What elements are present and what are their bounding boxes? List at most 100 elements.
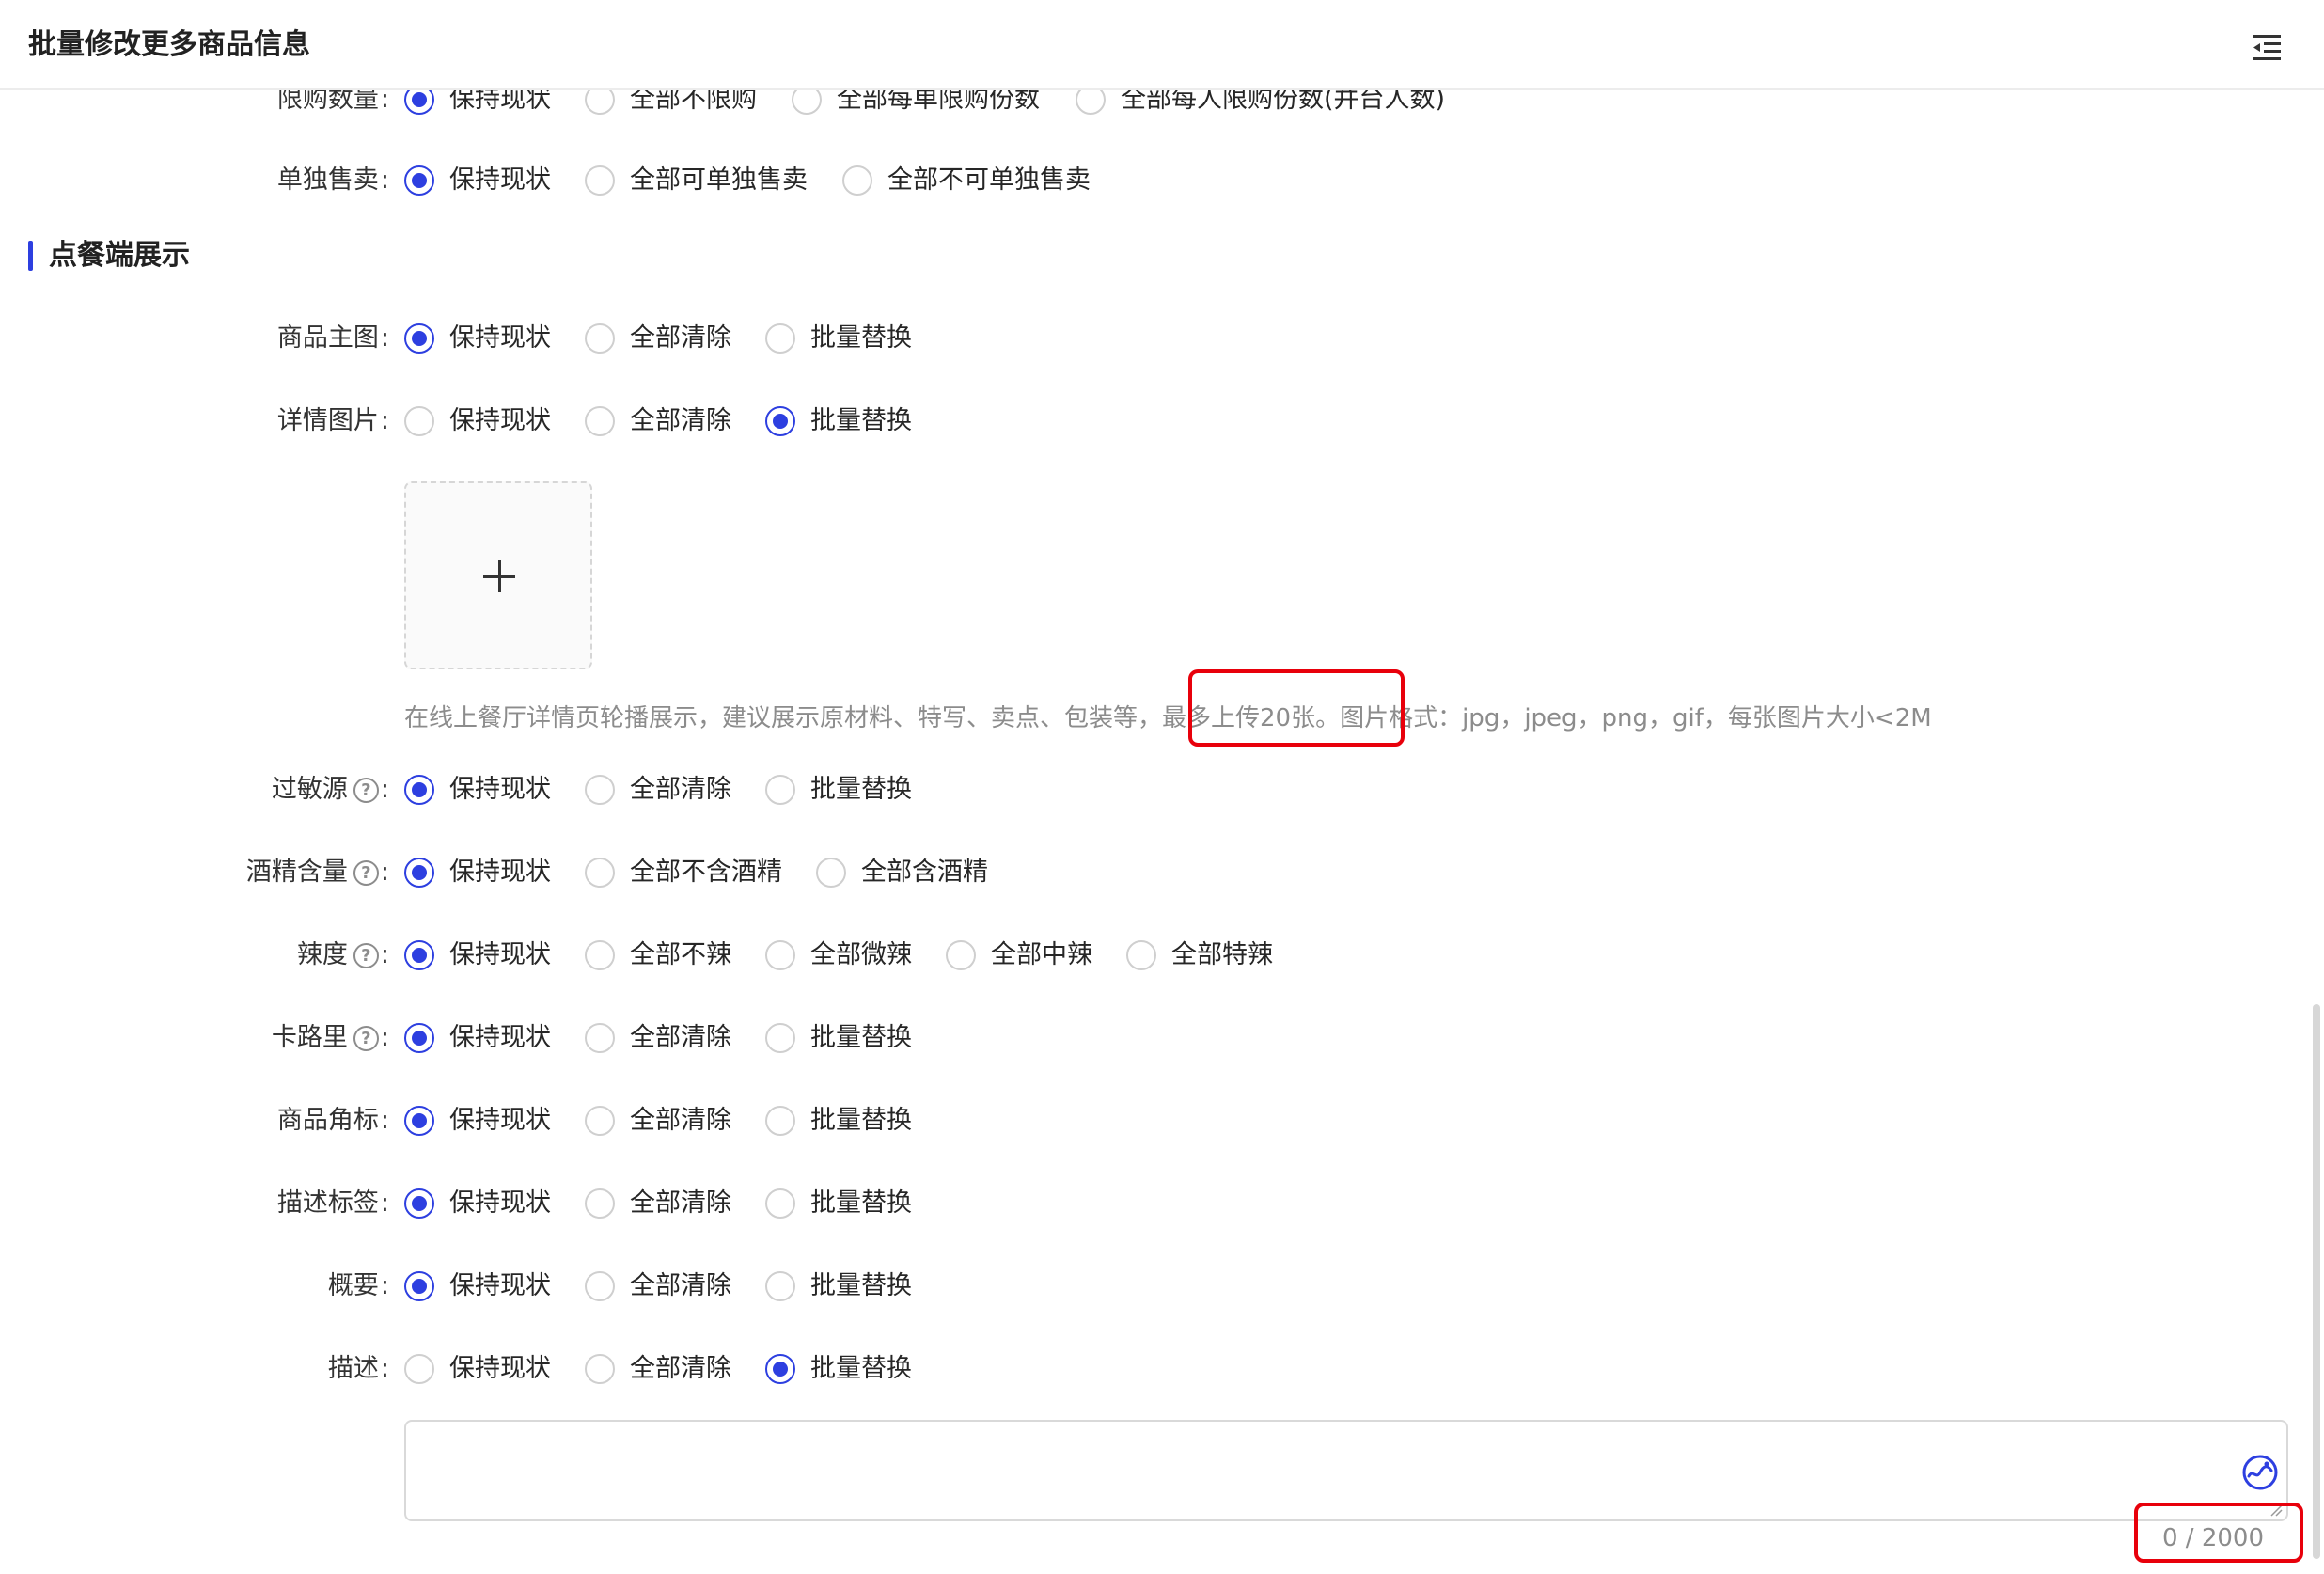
radio-circle[interactable] [816,858,846,888]
radio-circle[interactable] [404,165,434,196]
radio-circle[interactable] [765,1188,795,1219]
form-label-text: 详情图片 [276,406,379,435]
radio-label: 全部清除 [630,1106,731,1135]
radio-label: 保持现状 [449,858,551,887]
radio-label: 全部不辣 [630,940,731,969]
form-row-calories: 卡路里?: 保持现状 全部清除 批量替换 [0,1017,2294,1059]
question-circle-icon[interactable]: ? [353,1026,379,1051]
description-textarea-wrapper [404,1420,2288,1521]
radio-label: 批量替换 [810,1023,912,1052]
resize-handle-icon[interactable] [2269,1503,2283,1517]
radio-circle[interactable] [404,1023,434,1053]
radio-circle[interactable] [585,775,615,805]
radio-circle[interactable] [585,165,615,196]
section-accent-bar [28,241,33,271]
label-colon: : [380,165,389,195]
radio-circle[interactable] [585,940,615,970]
radio-label: 批量替换 [810,775,912,804]
radio-label: 批量替换 [810,1188,912,1218]
form-label-text: 辣度 [296,940,348,969]
form-label-text: 描述标签 [276,1188,379,1218]
radio-circle[interactable] [585,858,615,888]
radio-circle[interactable] [765,1271,795,1301]
label-colon: : [380,406,389,435]
form-row-alcohol: 酒精含量?: 保持现状 全部不含酒精 全部含酒精 [0,852,2294,893]
radio-label: 保持现状 [449,406,551,435]
image-upload-button[interactable] [404,481,592,669]
radio-circle[interactable] [404,406,434,436]
radio-label: 全部微辣 [810,940,912,969]
radio-label: 保持现状 [449,1354,551,1383]
radio-circle[interactable] [842,165,872,196]
form-label-main_image: 商品主图: [32,318,389,359]
radio-label: 全部不可单独售卖 [887,165,1091,195]
question-circle-icon[interactable]: ? [353,778,379,803]
radio-circle[interactable] [404,940,434,970]
form-label-description: 描述: [32,1348,389,1390]
radio-circle[interactable] [585,1271,615,1301]
scrollbar-thumb[interactable] [2313,1004,2320,1559]
radio-label: 全部清除 [630,1354,731,1383]
page: 限购数量: 保持现状 全部不限购 全部每单限购份数 全部每人限购份数(并台人数) 单独售卖… [0,0,2324,1574]
radio-circle[interactable] [765,323,795,354]
form-label-sell_alone: 单独售卖: [32,160,389,201]
form-label-text: 描述 [327,1354,379,1383]
radio-circle[interactable] [404,1271,434,1301]
label-colon: : [380,1354,389,1383]
radio-circle[interactable] [585,1188,615,1219]
radio-circle[interactable] [585,323,615,354]
question-circle-icon[interactable]: ? [353,943,379,968]
label-colon: : [380,940,389,969]
upload-hint: 在线上餐厅详情页轮播展示，建议展示原材料、特写、卖点、包装等，最多上传20张。图… [404,704,1932,732]
radio-label: 全部清除 [630,406,731,435]
radio-circle[interactable] [765,1354,795,1384]
menu-collapse-icon[interactable] [2251,32,2285,62]
form-label-text: 单独售卖 [276,165,379,195]
radio-label: 全部清除 [630,1271,731,1300]
dialog-title: 批量修改更多商品信息 [28,28,310,61]
radio-circle[interactable] [585,406,615,436]
radio-label: 保持现状 [449,940,551,969]
form-row-desc_tags: 描述标签: 保持现状 全部清除 批量替换 [0,1183,2294,1224]
radio-circle[interactable] [585,1354,615,1384]
radio-circle[interactable] [765,1106,795,1136]
form-label-text: 酒精含量 [245,858,348,887]
radio-circle[interactable] [765,406,795,436]
radio-label: 批量替换 [810,1106,912,1135]
radio-circle[interactable] [585,1023,615,1053]
radio-circle[interactable] [404,775,434,805]
radio-circle[interactable] [765,775,795,805]
character-counter: 0 / 2000 [2162,1524,2264,1552]
radio-circle[interactable] [404,1106,434,1136]
radio-circle[interactable] [404,1354,434,1384]
form-label-text: 商品主图 [276,323,379,353]
form-row-detail_images: 详情图片: 保持现状 全部清除 批量替换 [0,401,2294,442]
question-circle-icon[interactable]: ? [353,860,379,886]
label-colon: : [380,1023,389,1052]
radio-circle[interactable] [404,1188,434,1219]
form-label-spicy: 辣度?: [32,935,389,976]
radio-circle[interactable] [404,323,434,354]
radio-circle[interactable] [765,940,795,970]
plus-icon-vertical [498,560,501,592]
dialog-header: 批量修改更多商品信息 [0,0,2324,90]
ai-assistant-icon[interactable] [2241,1454,2279,1491]
radio-label: 批量替换 [810,1271,912,1300]
form-label-text: 商品角标 [276,1106,379,1135]
form-label-text: 过敏源 [271,775,348,804]
form-row-allergens: 过敏源?: 保持现状 全部清除 批量替换 [0,769,2294,811]
radio-circle[interactable] [404,858,434,888]
radio-label: 保持现状 [449,775,551,804]
radio-circle[interactable] [1126,940,1156,970]
radio-circle[interactable] [765,1023,795,1053]
radio-label: 全部特辣 [1171,940,1273,969]
form-label-corner_tag: 商品角标: [32,1100,389,1141]
radio-label: 全部不含酒精 [630,858,782,887]
form-row-corner_tag: 商品角标: 保持现状 全部清除 批量替换 [0,1100,2294,1141]
radio-circle[interactable] [585,1106,615,1136]
description-textarea[interactable] [406,1422,2286,1519]
radio-circle[interactable] [946,940,976,970]
radio-label: 保持现状 [449,323,551,353]
form-label-allergens: 过敏源?: [32,769,389,811]
radio-label: 全部清除 [630,1023,731,1052]
